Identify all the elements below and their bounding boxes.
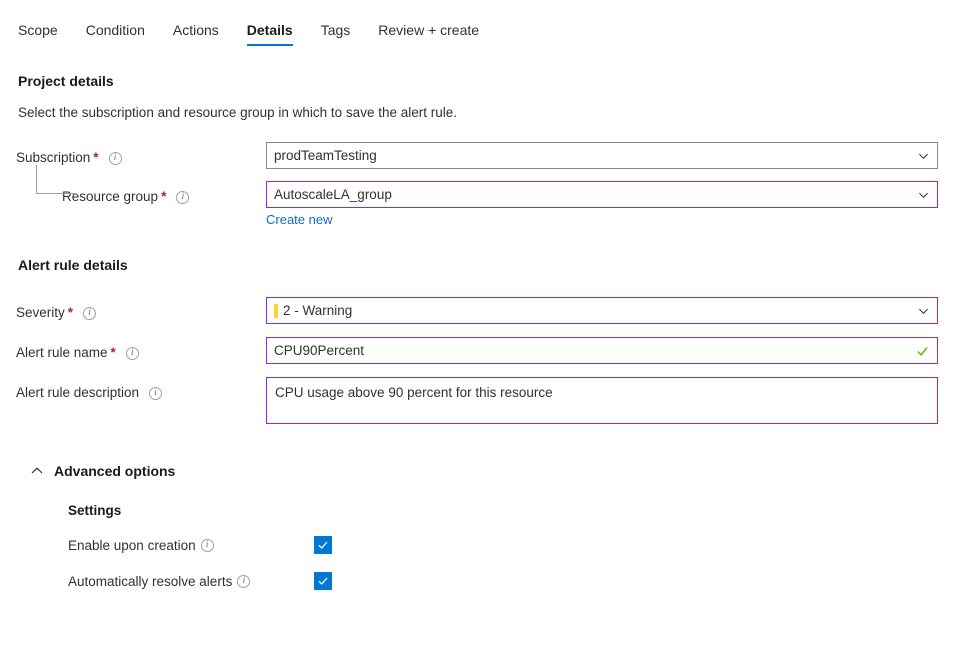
alert-rule-description-row: Alert rule description i bbox=[16, 377, 958, 429]
tab-actions[interactable]: Actions bbox=[159, 21, 233, 48]
alert-rule-name-label: Alert rule name bbox=[16, 343, 108, 363]
details-form: Project details Select the subscription … bbox=[0, 73, 974, 590]
automatically-resolve-alerts-info-icon[interactable]: i bbox=[237, 575, 250, 588]
wizard-tab-bar: Scope Condition Actions Details Tags Rev… bbox=[0, 0, 974, 48]
tab-actions-label: Actions bbox=[173, 22, 219, 38]
tab-scope-label: Scope bbox=[18, 22, 58, 38]
severity-row: Severity * i 2 - Warning bbox=[16, 297, 958, 324]
alert-rule-description-label-group: Alert rule description i bbox=[16, 377, 266, 403]
alert-rule-description-info-icon[interactable]: i bbox=[149, 387, 162, 400]
severity-color-swatch bbox=[274, 304, 278, 318]
severity-info-icon[interactable]: i bbox=[83, 307, 96, 320]
alert-rule-description-textarea[interactable] bbox=[266, 377, 938, 424]
tab-tags-label: Tags bbox=[321, 22, 351, 38]
subscription-required-asterisk: * bbox=[93, 148, 98, 168]
alert-rule-name-value: CPU90Percent bbox=[274, 343, 364, 358]
alert-rule-description-field-wrap bbox=[266, 377, 938, 429]
enable-upon-creation-label-group: Enable upon creation i bbox=[68, 538, 314, 553]
subscription-label-group: Subscription * i bbox=[16, 142, 266, 168]
tab-condition-label: Condition bbox=[86, 22, 145, 38]
subscription-field-wrap: prodTeamTesting bbox=[266, 142, 938, 169]
project-details-description: Select the subscription and resource gro… bbox=[18, 105, 958, 120]
resource-group-info-icon[interactable]: i bbox=[176, 191, 189, 204]
chevron-down-icon bbox=[918, 189, 929, 200]
severity-value: 2 - Warning bbox=[283, 303, 352, 318]
subscription-select[interactable]: prodTeamTesting bbox=[266, 142, 938, 169]
resource-group-field-wrap: AutoscaleLA_group Create new bbox=[266, 181, 938, 229]
automatically-resolve-alerts-label-group: Automatically resolve alerts i bbox=[68, 574, 314, 589]
alert-rule-name-required-asterisk: * bbox=[111, 343, 116, 363]
valid-check-icon bbox=[916, 344, 929, 357]
alert-rule-description-label: Alert rule description bbox=[16, 383, 139, 403]
resource-group-value: AutoscaleLA_group bbox=[274, 187, 392, 202]
create-new-resource-group-link[interactable]: Create new bbox=[266, 212, 332, 227]
chevron-up-icon bbox=[30, 464, 44, 478]
subscription-info-icon[interactable]: i bbox=[109, 152, 122, 165]
resource-group-label: Resource group bbox=[62, 187, 158, 207]
alert-rule-details-heading: Alert rule details bbox=[18, 257, 958, 273]
alert-rule-name-label-group: Alert rule name * i bbox=[16, 337, 266, 363]
enable-upon-creation-info-icon[interactable]: i bbox=[201, 539, 214, 552]
chevron-down-icon bbox=[918, 305, 929, 316]
tab-scope[interactable]: Scope bbox=[16, 21, 72, 48]
tab-details-label: Details bbox=[247, 22, 293, 38]
alert-rule-name-row: Alert rule name * i CPU90Percent bbox=[16, 337, 958, 364]
project-details-heading: Project details bbox=[18, 73, 958, 89]
severity-select[interactable]: 2 - Warning bbox=[266, 297, 938, 324]
alert-rule-name-info-icon[interactable]: i bbox=[126, 347, 139, 360]
severity-field-wrap: 2 - Warning bbox=[266, 297, 938, 324]
resource-group-required-asterisk: * bbox=[161, 187, 166, 207]
subscription-row: Subscription * i prodTeamTesting bbox=[16, 142, 958, 169]
tab-tags[interactable]: Tags bbox=[307, 21, 365, 48]
enable-upon-creation-checkbox[interactable] bbox=[314, 536, 332, 554]
subscription-label: Subscription bbox=[16, 148, 90, 168]
resource-group-row: Resource group * i AutoscaleLA_group Cre… bbox=[16, 181, 958, 229]
advanced-options-toggle[interactable]: Advanced options bbox=[30, 463, 175, 479]
automatically-resolve-alerts-checkbox[interactable] bbox=[314, 572, 332, 590]
advanced-options-label: Advanced options bbox=[54, 463, 175, 479]
alert-rule-name-input[interactable]: CPU90Percent bbox=[266, 337, 938, 364]
enable-upon-creation-label: Enable upon creation bbox=[68, 538, 196, 553]
tab-review-create[interactable]: Review + create bbox=[364, 21, 493, 48]
subscription-value: prodTeamTesting bbox=[274, 148, 377, 163]
tab-condition[interactable]: Condition bbox=[72, 21, 159, 48]
alert-rule-name-field-wrap: CPU90Percent bbox=[266, 337, 938, 364]
enable-upon-creation-row: Enable upon creation i bbox=[16, 536, 958, 554]
resource-group-label-group: Resource group * i bbox=[16, 181, 266, 207]
chevron-down-icon bbox=[918, 150, 929, 161]
settings-heading: Settings bbox=[68, 503, 958, 518]
automatically-resolve-alerts-label: Automatically resolve alerts bbox=[68, 574, 232, 589]
tab-details[interactable]: Details bbox=[233, 21, 307, 48]
severity-label-group: Severity * i bbox=[16, 297, 266, 323]
tab-review-create-label: Review + create bbox=[378, 22, 479, 38]
severity-label: Severity bbox=[16, 303, 65, 323]
resource-group-select[interactable]: AutoscaleLA_group bbox=[266, 181, 938, 208]
automatically-resolve-alerts-row: Automatically resolve alerts i bbox=[16, 572, 958, 590]
severity-required-asterisk: * bbox=[68, 303, 73, 323]
